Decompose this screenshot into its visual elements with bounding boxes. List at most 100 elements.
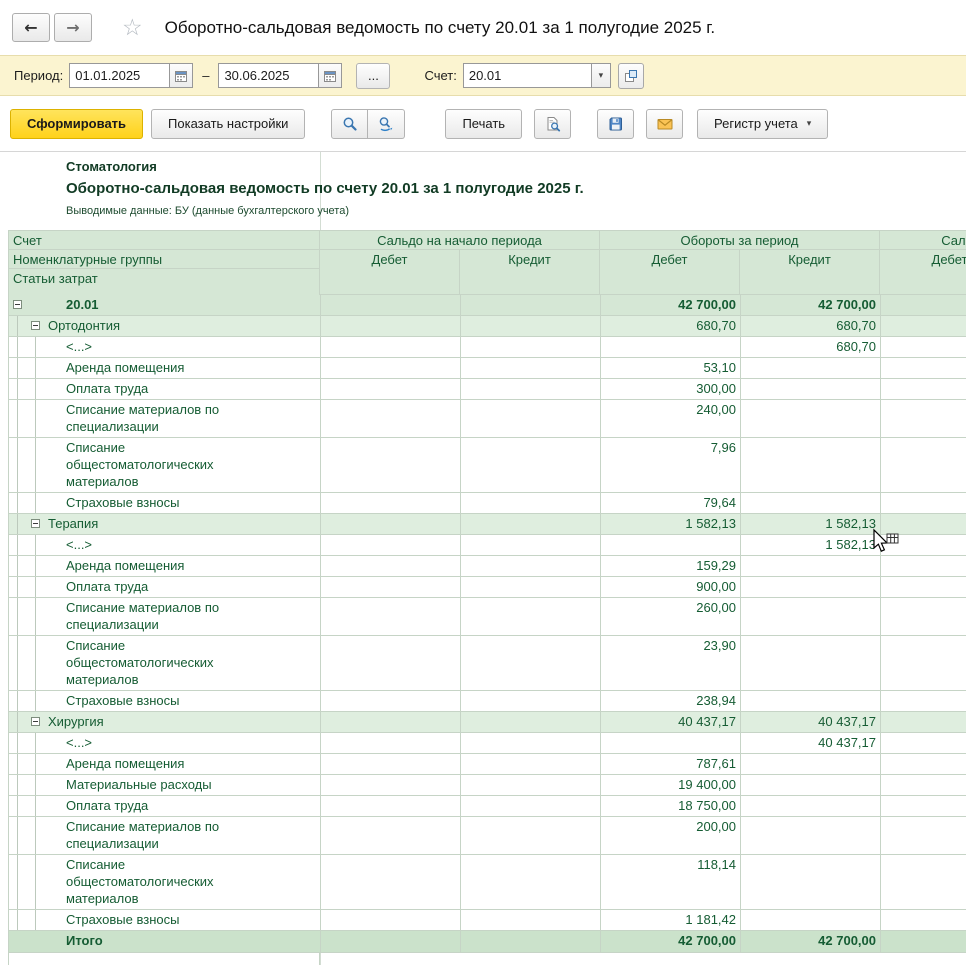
cell-value[interactable]	[321, 316, 461, 336]
row-label[interactable]: Итого	[63, 931, 321, 952]
cell-value[interactable]	[321, 295, 461, 315]
email-button[interactable]	[646, 108, 684, 139]
cell-value[interactable]: 79,64	[601, 493, 741, 513]
date-to-input[interactable]	[218, 63, 319, 88]
cell-value[interactable]	[881, 754, 966, 774]
cell-value[interactable]	[461, 358, 601, 378]
cell-value[interactable]	[461, 337, 601, 357]
row-label[interactable]: Ортодонтия	[45, 316, 321, 336]
cell-value[interactable]: 238,94	[601, 691, 741, 711]
cell-value[interactable]	[461, 775, 601, 795]
row-label[interactable]: Страховые взносы	[63, 493, 321, 513]
favorites-star-icon[interactable]: ☆	[122, 16, 143, 39]
date-from-input[interactable]	[69, 63, 170, 88]
cell-value[interactable]: 900,00	[601, 577, 741, 597]
cell-value[interactable]	[881, 796, 966, 816]
cell-value[interactable]	[461, 931, 601, 952]
cell-value[interactable]	[321, 438, 461, 492]
cell-value[interactable]: 40 437,17	[741, 712, 881, 732]
cell-value[interactable]	[321, 796, 461, 816]
cell-value[interactable]	[741, 556, 881, 576]
cell-value[interactable]	[461, 910, 601, 930]
cell-value[interactable]	[741, 358, 881, 378]
row-label[interactable]: Списание материалов по специализации	[63, 400, 321, 437]
cell-value[interactable]	[321, 556, 461, 576]
back-button[interactable]: ←	[12, 13, 50, 42]
cell-value[interactable]	[881, 817, 966, 854]
cell-value[interactable]	[461, 438, 601, 492]
forward-button[interactable]: →	[54, 13, 92, 42]
cell-value[interactable]: 118,14	[601, 855, 741, 909]
cell-value[interactable]: 23,90	[601, 636, 741, 690]
cell-value[interactable]	[461, 493, 601, 513]
cell-value[interactable]	[881, 400, 966, 437]
cell-value[interactable]	[881, 379, 966, 399]
cell-value[interactable]	[741, 775, 881, 795]
cell-value[interactable]	[881, 775, 966, 795]
cell-value[interactable]	[741, 438, 881, 492]
cell-value[interactable]: 300,00	[601, 379, 741, 399]
row-label[interactable]: Материальные расходы	[63, 775, 321, 795]
cell-value[interactable]: 1 582,13	[741, 514, 881, 534]
generate-button[interactable]: Сформировать	[10, 108, 144, 139]
account-input[interactable]	[462, 63, 591, 88]
cell-value[interactable]	[461, 855, 601, 909]
cell-value[interactable]	[461, 316, 601, 336]
cell-value[interactable]	[321, 598, 461, 635]
cell-value[interactable]	[321, 754, 461, 774]
date-from-calendar-button[interactable]	[169, 63, 194, 88]
cell-value[interactable]	[461, 400, 601, 437]
show-settings-button[interactable]: Показать настройки	[151, 108, 306, 139]
cell-value[interactable]: 680,70	[601, 316, 741, 336]
cell-value[interactable]	[321, 636, 461, 690]
find-next-button[interactable]	[368, 108, 406, 139]
cell-value[interactable]	[461, 817, 601, 854]
cell-value[interactable]	[881, 438, 966, 492]
cell-value[interactable]	[321, 910, 461, 930]
cell-value[interactable]: 42 700,00	[601, 295, 741, 315]
collapse-toggle[interactable]	[31, 519, 40, 528]
register-menu-button[interactable]: Регистр учета ▾	[697, 108, 829, 139]
cell-value[interactable]	[881, 358, 966, 378]
cell-value[interactable]	[741, 817, 881, 854]
save-button[interactable]	[597, 108, 635, 139]
cell-value[interactable]: 680,70	[741, 337, 881, 357]
collapse-toggle[interactable]	[31, 717, 40, 726]
row-label[interactable]: Списание материалов по специализации	[63, 598, 321, 635]
cell-value[interactable]	[881, 733, 966, 753]
cell-value[interactable]	[321, 337, 461, 357]
cell-value[interactable]	[881, 337, 966, 357]
cell-value[interactable]	[741, 855, 881, 909]
cell-value[interactable]: 53,10	[601, 358, 741, 378]
date-to-calendar-button[interactable]	[318, 63, 343, 88]
row-label[interactable]: Терапия	[45, 514, 321, 534]
cell-value[interactable]	[741, 796, 881, 816]
cell-value[interactable]	[321, 855, 461, 909]
cell-value[interactable]	[321, 400, 461, 437]
cell-value[interactable]	[461, 556, 601, 576]
row-label[interactable]: <...>	[63, 733, 321, 753]
cell-value[interactable]: 40 437,17	[601, 712, 741, 732]
row-label[interactable]: Аренда помещения	[63, 556, 321, 576]
cell-value[interactable]: 7,96	[601, 438, 741, 492]
find-button[interactable]	[331, 108, 369, 139]
cell-value[interactable]: 19 400,00	[601, 775, 741, 795]
cell-value[interactable]: 159,29	[601, 556, 741, 576]
cell-value[interactable]: 18 750,00	[601, 796, 741, 816]
row-label[interactable]: Оплата труда	[63, 796, 321, 816]
cell-value[interactable]	[881, 535, 966, 555]
cell-value[interactable]	[741, 636, 881, 690]
row-label[interactable]: 20.01	[63, 295, 321, 315]
cell-value[interactable]	[601, 733, 741, 753]
cell-value[interactable]	[321, 358, 461, 378]
cell-value[interactable]	[741, 577, 881, 597]
cell-value[interactable]	[461, 535, 601, 555]
cell-value[interactable]: 240,00	[601, 400, 741, 437]
print-button[interactable]: Печать	[445, 108, 523, 139]
row-label[interactable]: <...>	[63, 337, 321, 357]
cell-value[interactable]	[321, 379, 461, 399]
cell-value[interactable]	[881, 598, 966, 635]
cell-value[interactable]	[321, 775, 461, 795]
cell-value[interactable]	[741, 754, 881, 774]
cell-value[interactable]	[461, 712, 601, 732]
